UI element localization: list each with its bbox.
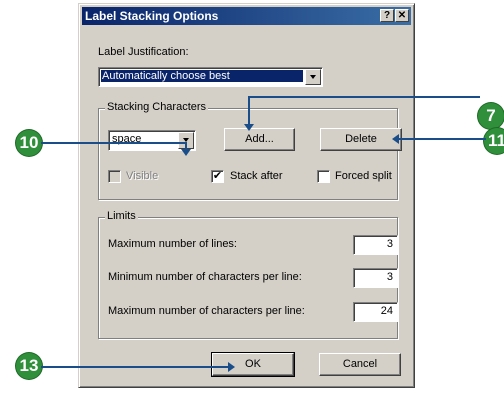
delete-button[interactable]: Delete <box>320 128 402 151</box>
stacking-characters-legend: Stacking Characters <box>105 101 209 113</box>
min-chars-label: Minimum number of characters per line: <box>108 271 302 283</box>
visible-checkbox[interactable] <box>108 170 121 183</box>
limits-legend: Limits <box>105 210 138 222</box>
label-stacking-dialog: Label Stacking Options ? ✕ Label Justifi… <box>78 3 415 388</box>
ok-button[interactable]: OK <box>211 352 295 377</box>
max-lines-input[interactable]: 3 <box>353 235 398 255</box>
help-button[interactable]: ? <box>380 9 394 22</box>
callout-7-arrow <box>244 124 254 131</box>
callout-10: 10 <box>16 130 42 156</box>
callout-11-arrow <box>392 134 399 144</box>
min-chars-input[interactable]: 3 <box>353 268 398 288</box>
window-title: Label Stacking Options <box>85 9 219 23</box>
callout-11: 11 <box>484 128 504 154</box>
justification-value: Automatically choose best <box>101 70 303 82</box>
stack-after-label: Stack after <box>230 170 283 182</box>
title-bar[interactable]: Label Stacking Options ? ✕ <box>82 7 411 25</box>
add-button[interactable]: Add... <box>224 128 295 151</box>
callout-10-arrow <box>181 149 191 156</box>
callout-7-pointer <box>248 96 480 98</box>
max-lines-label: Maximum number of lines: <box>108 238 237 250</box>
max-chars-label: Maximum number of characters per line: <box>108 305 305 317</box>
close-button[interactable]: ✕ <box>395 9 409 22</box>
max-chars-input[interactable]: 24 <box>353 302 398 322</box>
callout-10-pointer <box>41 142 187 144</box>
forced-split-checkbox[interactable] <box>317 170 330 183</box>
callout-13: 13 <box>16 353 42 379</box>
justification-dropdown[interactable]: Automatically choose best <box>98 67 323 87</box>
callout-13-arrow <box>228 362 235 372</box>
callout-11-pointer <box>398 138 486 140</box>
callout-7: 7 <box>478 103 504 129</box>
justification-label: Label Justification: <box>98 46 189 58</box>
visible-label: Visible <box>126 170 159 182</box>
callout-13-pointer <box>41 366 229 368</box>
cancel-button[interactable]: Cancel <box>319 353 401 376</box>
forced-split-label: Forced split <box>335 170 392 182</box>
callout-7-pointer-stem <box>248 96 250 125</box>
chevron-down-icon[interactable] <box>305 69 321 85</box>
stacking-character-select[interactable]: space <box>108 130 196 151</box>
stack-after-checkbox[interactable]: ✔ <box>211 170 224 183</box>
